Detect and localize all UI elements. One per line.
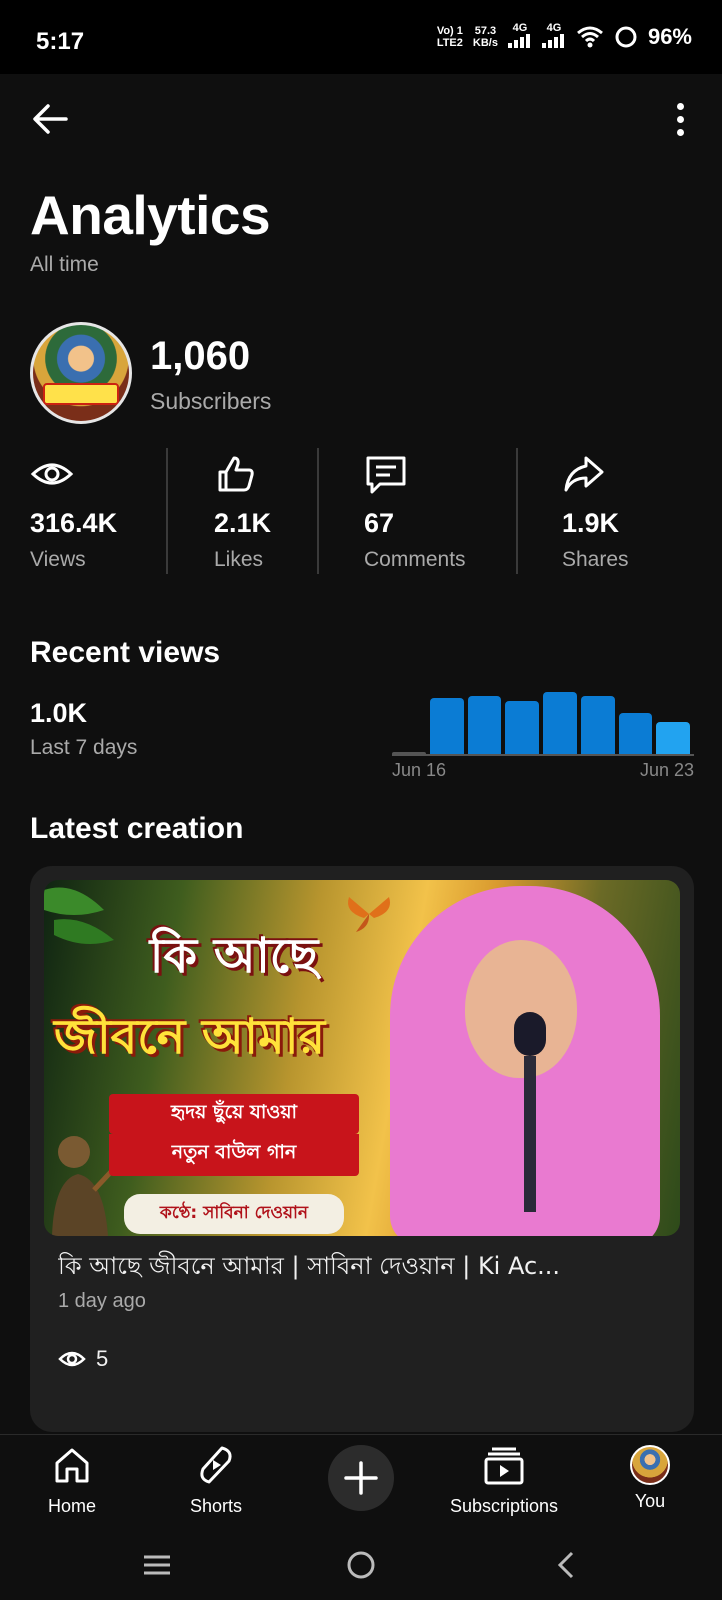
battery-saver-icon xyxy=(615,26,637,47)
nav-label: Subscriptions xyxy=(449,1496,559,1516)
divider xyxy=(317,448,319,574)
arrow-left-icon xyxy=(33,104,68,134)
eye-icon xyxy=(58,1351,86,1367)
more-options-button[interactable] xyxy=(668,96,692,142)
signal-icon-2: 4G xyxy=(541,22,566,51)
chart-bar xyxy=(467,695,502,754)
status-bar: 5:17 Vo) 1 LTE2 57.3 KB/s 4G 4G 96% xyxy=(0,0,722,74)
chart-axis xyxy=(392,754,694,756)
divider xyxy=(516,448,518,574)
back-chevron-icon[interactable] xyxy=(552,1550,582,1580)
nav-label: You xyxy=(634,1491,666,1511)
latest-creation-heading: Latest creation xyxy=(30,812,244,845)
subscriber-label: Subscribers xyxy=(150,388,272,414)
network-speed: 57.3 KB/s xyxy=(472,24,498,49)
recent-views-period: Last 7 days xyxy=(30,736,138,759)
back-button[interactable] xyxy=(28,96,74,142)
chart-bar xyxy=(580,695,615,754)
chart-bar xyxy=(656,722,690,754)
microphone-icon xyxy=(514,1012,546,1212)
thumbnail-line-3: হৃদয় ছুঁয়ে যাওয়া xyxy=(109,1094,359,1134)
stat-value: 2.1K xyxy=(214,508,272,538)
chart-bar xyxy=(392,752,426,754)
shorts-icon xyxy=(200,1446,232,1484)
video-view-count: 5 xyxy=(58,1346,108,1372)
divider xyxy=(166,448,168,574)
nav-subscriptions[interactable]: Subscriptions xyxy=(434,1445,574,1517)
recent-views-heading: Recent views xyxy=(30,636,221,669)
nav-you[interactable]: You xyxy=(580,1445,720,1512)
bottom-navigation: Home Shorts Subscriptions You xyxy=(0,1434,722,1532)
chart-bar xyxy=(543,692,577,754)
latest-video-card[interactable]: কি আছে জীবনে আমার হৃদয় ছুঁয়ে যাওয়া নত… xyxy=(30,866,694,1432)
recents-icon[interactable] xyxy=(142,1550,172,1580)
time-range-label: All time xyxy=(30,253,99,276)
status-time: 5:17 xyxy=(36,28,85,55)
recent-views-chart[interactable]: Jun 16 Jun 23 xyxy=(392,686,694,782)
recent-views-value: 1.0K xyxy=(30,698,88,728)
video-posted-time: 1 day ago xyxy=(58,1290,146,1312)
stats-row: 316.4K Views 2.1K Likes 67 Comments 1.9K… xyxy=(0,446,722,576)
system-navigation xyxy=(0,1532,722,1600)
singer-figure xyxy=(360,880,680,1236)
stat-label: Comments xyxy=(364,548,466,571)
thumbs-up-icon xyxy=(218,456,254,492)
thumbnail-line-5: কণ্ঠে: সাবিনা দেওয়ান xyxy=(124,1194,344,1234)
wifi-icon xyxy=(576,26,603,47)
stat-value: 316.4K xyxy=(30,508,118,538)
stat-value: 67 xyxy=(364,508,395,538)
video-thumbnail[interactable]: কি আছে জীবনে আমার হৃদয় ছুঁয়ে যাওয়া নত… xyxy=(44,880,680,1236)
channel-avatar xyxy=(30,322,132,424)
nav-label: Home xyxy=(47,1496,96,1516)
network-label: Vo) 1 LTE2 xyxy=(436,24,463,49)
subscriptions-icon xyxy=(484,1447,524,1485)
battery-level: 96% xyxy=(647,23,692,49)
chart-bar xyxy=(429,697,464,754)
eye-icon xyxy=(30,463,74,485)
chart-tick-label: Jun 16 xyxy=(392,760,447,780)
stat-label: Likes xyxy=(214,548,264,571)
thumbnail-line-4: নতুন বাউল গান xyxy=(109,1134,359,1176)
nav-shorts[interactable]: Shorts xyxy=(146,1445,286,1517)
chart-bar xyxy=(505,701,539,754)
profile-avatar xyxy=(630,1445,670,1485)
nav-home[interactable]: Home xyxy=(2,1445,142,1517)
subscriber-count: 1,060 xyxy=(150,334,251,378)
stat-label: Views xyxy=(30,548,86,571)
page-title: Analytics xyxy=(30,184,271,246)
video-title[interactable]: কি আছে জীবনে আমার | সাবিনা দেওয়ান | Ki … xyxy=(58,1248,668,1288)
nav-label: Shorts xyxy=(189,1496,243,1516)
chart-bar xyxy=(618,713,653,754)
comment-icon xyxy=(366,456,406,494)
home-icon xyxy=(55,1448,89,1483)
share-icon xyxy=(564,456,604,492)
home-circle-icon[interactable] xyxy=(346,1550,376,1580)
stat-value: 1.9K xyxy=(562,508,620,538)
status-indicators: Vo) 1 LTE2 57.3 KB/s 4G 4G 96% xyxy=(437,22,692,51)
top-bar xyxy=(0,74,722,164)
view-count-value: 5 xyxy=(96,1346,109,1371)
stat-label: Shares xyxy=(562,548,629,571)
signal-icon: 4G xyxy=(507,22,532,51)
plus-icon xyxy=(344,1461,378,1495)
more-vertical-icon xyxy=(676,102,684,110)
chart-tick-label: Jun 23 xyxy=(639,760,694,780)
create-button[interactable] xyxy=(328,1445,394,1511)
